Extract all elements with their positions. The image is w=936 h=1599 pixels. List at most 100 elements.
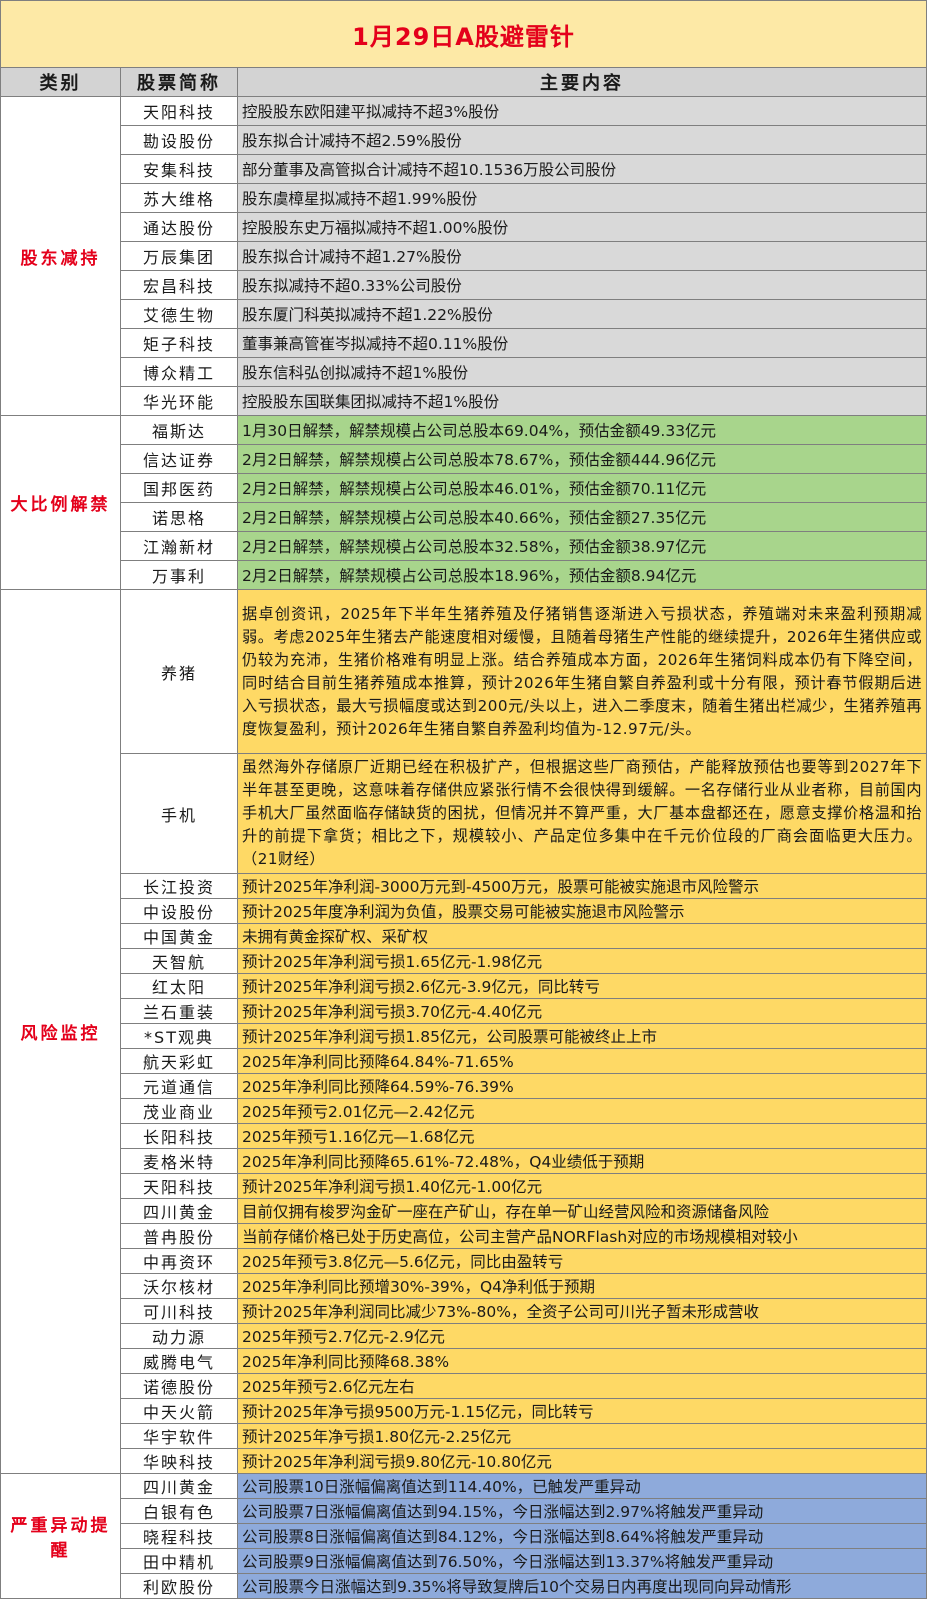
stock-name: 兰石重装	[120, 998, 238, 1024]
content-text: 公司股票9日涨幅偏离值达到76.50%，今日涨幅达到13.37%将触发严重异动	[236, 1548, 928, 1574]
stock-name: 白银有色	[120, 1498, 238, 1524]
table-row: 大比例解禁 福斯达 1月30日解禁，解禁规模占公司总股本69.04%，预估金额49.…	[0, 415, 928, 590]
table-row: 手机 虽然海外存储原厂近期已经在积极扩产，但根据这些厂商预估，产能释放预估也要等到…	[1, 753, 928, 874]
content-text: 股东拟合计减持不超2.59%股份	[236, 125, 928, 155]
content-text: 目前仅拥有梭罗沟金矿一座在产矿山，存在单一矿山经营风险和资源储备风险	[236, 1198, 928, 1224]
stock-name: *ST观典	[120, 1023, 238, 1049]
header-stock: 股票简称	[120, 67, 238, 97]
content-text: 预计2025年净亏损9500万元-1.15亿元，同比转亏	[236, 1398, 928, 1424]
content-text: 控股股东欧阳建平拟减持不超3%股份	[236, 96, 928, 126]
stock-name: 威腾电气	[120, 1348, 238, 1374]
stock-name: 茂业商业	[120, 1098, 238, 1124]
content-text: 股东拟减持不超0.33%公司股份	[236, 270, 928, 300]
category-cell: 股东减持	[0, 96, 121, 416]
content-text: 预计2025年净利润-3000万元到-4500万元，股票可能被实施退市风险警示	[236, 873, 928, 899]
table-row: 天阳科技 预计2025年净利润亏损1.40亿元-1.00亿元	[1, 1173, 928, 1199]
content-text: 2025年净利同比预降68.38%	[236, 1348, 928, 1374]
stock-name: 中再资环	[120, 1248, 238, 1274]
category-cell: 大比例解禁	[0, 415, 121, 590]
stock-name: 诺思格	[120, 502, 238, 532]
table-row: 元道通信 2025年净利同比预降64.59%-76.39%	[1, 1073, 928, 1099]
stock-name: 苏大维格	[120, 183, 238, 213]
stock-name: 红太阳	[120, 973, 238, 999]
content-text: 预计2025年净亏损1.80亿元-2.25亿元	[236, 1423, 928, 1449]
table-row: 中设股份 预计2025年度净利润为负值，股票交易可能被实施退市风险警示	[1, 898, 928, 924]
stock-name: 中天火箭	[120, 1398, 238, 1424]
stock-name: 动力源	[120, 1323, 238, 1349]
stock-name: 利欧股份	[120, 1573, 238, 1599]
table-row: 华光环能 控股股东国联集团拟减持不超1%股份	[1, 386, 928, 416]
table-row: 麦格米特 2025年净利同比预降65.61%-72.48%，Q4业绩低于预期	[1, 1148, 928, 1174]
stock-name: 四川黄金	[120, 1473, 238, 1499]
stock-name: 晓程科技	[120, 1523, 238, 1549]
stock-name: 国邦医药	[120, 473, 238, 503]
table-row: 江瀚新材 2月2日解禁，解禁规模占公司总股本32.58%，预估金额38.97亿元	[1, 531, 928, 561]
stock-name: 普冉股份	[120, 1223, 238, 1249]
table-row: 宏昌科技 股东拟减持不超0.33%公司股份	[1, 270, 928, 300]
content-text: 控股股东国联集团拟减持不超1%股份	[236, 386, 928, 416]
content-text: 公司股票8日涨幅偏离值达到84.12%，今日涨幅达到8.64%将触发严重异动	[236, 1523, 928, 1549]
content-text: 2025年预亏2.6亿元左右	[236, 1373, 928, 1399]
content-text: 2025年预亏2.7亿元-2.9亿元	[236, 1323, 928, 1349]
category-cell: 严重异动提醒	[0, 1473, 121, 1599]
content-text: 公司股票10日涨幅偏离值达到114.40%，已触发严重异动	[236, 1473, 928, 1499]
content-text: 2月2日解禁，解禁规模占公司总股本18.96%，预估金额8.94亿元	[236, 560, 928, 590]
table-row: 万事利 2月2日解禁，解禁规模占公司总股本18.96%，预估金额8.94亿元	[1, 560, 928, 590]
content-text: 2025年净利同比预降65.61%-72.48%，Q4业绩低于预期	[236, 1148, 928, 1174]
content-text: 2025年净利同比预增30%-39%，Q4净利低于预期	[236, 1273, 928, 1299]
table-row: 股东减持 天阳科技 控股股东欧阳建平拟减持不超3%股份	[0, 96, 928, 416]
table-row: 茂业商业 2025年预亏2.01亿元—2.42亿元	[1, 1098, 928, 1124]
table-row: 可川科技 预计2025年净利润同比减少73%-80%，全资子公司可川光子暂未形成营…	[1, 1298, 928, 1324]
content-text: 2025年预亏2.01亿元—2.42亿元	[236, 1098, 928, 1124]
content-text: 当前存储价格已处于历史高位，公司主营产品NORFlash对应的市场规模相对较小	[236, 1223, 928, 1249]
stock-name: 万事利	[120, 560, 238, 590]
content-text: 股东拟合计减持不超1.27%股份	[236, 241, 928, 271]
content-text: 预计2025年净利润亏损1.85亿元，公司股票可能被终止上市	[236, 1023, 928, 1049]
stock-name: 华映科技	[120, 1448, 238, 1474]
stock-name: 四川黄金	[120, 1198, 238, 1224]
table-row: 天智航 预计2025年净利润亏损1.65亿元-1.98亿元	[1, 948, 928, 974]
table-row: 中国黄金 未拥有黄金探矿权、采矿权	[1, 923, 928, 949]
stock-name: 可川科技	[120, 1298, 238, 1324]
stock-name: 沃尔核材	[120, 1273, 238, 1299]
stock-name: 中国黄金	[120, 923, 238, 949]
table-row: 诺德股份 2025年预亏2.6亿元左右	[1, 1373, 928, 1399]
table-row: 长江投资 预计2025年净利润-3000万元到-4500万元，股票可能被实施退市风…	[1, 873, 928, 899]
table-row: 华映科技 预计2025年净利润亏损9.80亿元-10.80亿元	[1, 1448, 928, 1474]
content-text: 2月2日解禁，解禁规模占公司总股本46.01%，预估金额70.11亿元	[236, 473, 928, 503]
stock-name: 中设股份	[120, 898, 238, 924]
table-row: 兰石重装 预计2025年净利润亏损3.70亿元-4.40亿元	[1, 998, 928, 1024]
table-row: 普冉股份 当前存储价格已处于历史高位，公司主营产品NORFlash对应的市场规模相…	[1, 1223, 928, 1249]
content-text: 1月30日解禁，解禁规模占公司总股本69.04%，预估金额49.33亿元	[236, 415, 928, 445]
stock-name: 艾德生物	[120, 299, 238, 329]
table-row: 博众精工 股东信科弘创拟减持不超1%股份	[1, 357, 928, 387]
content-text: 预计2025年净利润亏损1.65亿元-1.98亿元	[236, 948, 928, 974]
content-text: 董事兼高管崔岑拟减持不超0.11%股份	[236, 328, 928, 358]
stock-name: 田中精机	[120, 1548, 238, 1574]
content-text: 股东虞樟星拟减持不超1.99%股份	[236, 183, 928, 213]
table-row: 四川黄金 目前仅拥有梭罗沟金矿一座在产矿山，存在单一矿山经营风险和资源储备风险	[1, 1198, 928, 1224]
content-text: 据卓创资讯，2025年下半年生猪养殖及仔猪销售逐渐进入亏损状态，养殖端对未来盈利…	[236, 589, 928, 754]
stock-name: 福斯达	[120, 415, 238, 445]
stock-name: 长阳科技	[120, 1123, 238, 1149]
stock-name: 矩子科技	[120, 328, 238, 358]
content-text: 2025年净利同比预降64.84%-71.65%	[236, 1048, 928, 1074]
table-row: 风险监控 养猪 据卓创资讯，2025年下半年生猪养殖及仔猪销售逐渐进入亏损状态，养殖…	[0, 589, 928, 1474]
table-row: 艾德生物 股东厦门科英拟减持不超1.22%股份	[1, 299, 928, 329]
stock-name: 华宇软件	[120, 1423, 238, 1449]
stock-name: 博众精工	[120, 357, 238, 387]
content-text: 部分董事及高管拟合计减持不超10.1536万股公司股份	[236, 154, 928, 184]
stock-name: 安集科技	[120, 154, 238, 184]
table-row: 通达股份 控股股东史万福拟减持不超1.00%股份	[1, 212, 928, 242]
stock-name: 天阳科技	[120, 1173, 238, 1199]
content-text: 2025年净利同比预降64.59%-76.39%	[236, 1073, 928, 1099]
content-text: 预计2025年净利润同比减少73%-80%，全资子公司可川光子暂未形成营收	[236, 1298, 928, 1324]
stock-name: 天智航	[120, 948, 238, 974]
content-text: 2025年预亏3.8亿元—5.6亿元，同比由盈转亏	[236, 1248, 928, 1274]
table-row: 万辰集团 股东拟合计减持不超1.27%股份	[1, 241, 928, 271]
content-text: 预计2025年净利润亏损2.6亿元-3.9亿元，同比转亏	[236, 973, 928, 999]
table-body: 股东减持 天阳科技 控股股东欧阳建平拟减持不超3%股份 勘设股份 股东拟合计减持不超2.…	[0, 96, 928, 1599]
content-text: 预计2025年净利润亏损9.80亿元-10.80亿元	[236, 1448, 928, 1474]
report-sheet: 1月29日A股避雷针 类别 股票简称 主要内容 股东减持 天阳科技 控股股东欧阳建平…	[0, 0, 928, 1599]
page-title: 1月29日A股避雷针	[0, 0, 928, 68]
